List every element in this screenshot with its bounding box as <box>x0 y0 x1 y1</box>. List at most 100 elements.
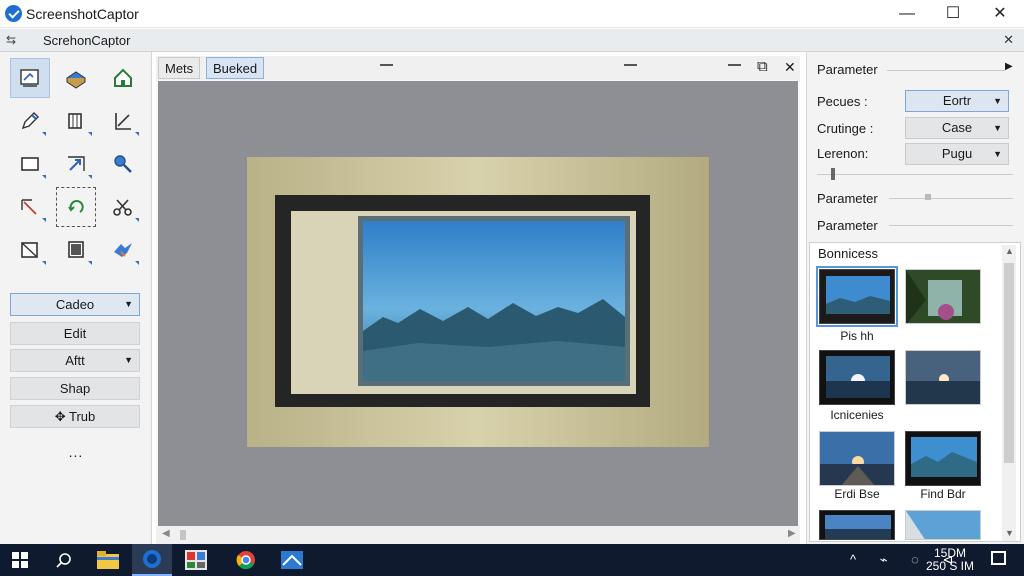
maximize-button[interactable]: ☐ <box>930 0 976 28</box>
notification-center-icon[interactable] <box>991 551 1006 565</box>
rectangle-icon <box>21 157 39 171</box>
chevron-right-icon[interactable]: ▶ <box>1005 61 1013 72</box>
restore-panel-icon[interactable]: ⧉ <box>757 58 768 75</box>
scrollbar-thumb[interactable] <box>1004 263 1014 463</box>
pen-tool[interactable] <box>10 101 50 141</box>
thumbnail-2[interactable] <box>905 269 981 324</box>
chevron-down-icon: ▼ <box>993 123 1002 133</box>
line-tool[interactable] <box>103 101 143 141</box>
taskbar-mail[interactable] <box>272 544 312 576</box>
thumbnail-1[interactable] <box>816 266 898 327</box>
horizontal-scrollbar[interactable]: ◀ ▶ <box>156 526 800 544</box>
tool-dropdown-indicator <box>42 175 46 179</box>
thumbnail-6[interactable] <box>905 431 981 486</box>
crutinge-select[interactable]: Case ▼ <box>905 117 1009 139</box>
magnify-tool[interactable] <box>103 144 143 184</box>
thumbnail-image <box>820 270 894 323</box>
clock-date: 250 S IM <box>925 559 974 573</box>
windows-icon <box>12 552 28 568</box>
edit-button[interactable]: Edit <box>10 322 140 345</box>
tab-bueked[interactable]: Bueked <box>206 57 265 79</box>
rotate-tool[interactable] <box>56 187 96 227</box>
canvas-area[interactable] <box>158 81 798 526</box>
effects-label: Aftt <box>65 353 85 368</box>
pecues-select[interactable]: Eortr ▼ <box>905 90 1009 112</box>
arrow-icon <box>68 156 85 171</box>
minimize-button[interactable]: — <box>884 0 930 28</box>
taskbar-file-explorer[interactable] <box>88 544 128 576</box>
taskbar-chrome[interactable] <box>226 544 266 576</box>
blur-tool[interactable] <box>10 230 50 270</box>
layer-tool[interactable] <box>56 230 96 270</box>
crutinge-value: Case <box>941 120 973 135</box>
panel-grip-icon[interactable] <box>624 64 637 66</box>
scrollbar-thumb[interactable] <box>180 530 186 540</box>
effects-dropdown-button[interactable]: Aftt ▼ <box>10 349 140 372</box>
slider-handle[interactable] <box>925 194 931 200</box>
image-browser: Bonnicess Pis hh Icnicenies Erdi Bse Fin… <box>809 242 1021 542</box>
pin-icon[interactable]: ⇆ <box>6 33 16 47</box>
minimize-panel-icon[interactable] <box>728 64 741 66</box>
edit-label: Edit <box>63 326 87 341</box>
slider-track[interactable] <box>817 174 1013 175</box>
lerenon-select[interactable]: Pugu ▼ <box>905 143 1009 165</box>
thumbnail-6-label: Find Bdr <box>920 487 966 501</box>
vertical-scrollbar[interactable]: ▲ ▼ <box>1002 245 1016 541</box>
scissors-tool[interactable] <box>103 187 143 227</box>
select-region-tool[interactable] <box>10 58 50 98</box>
tool-dropdown-indicator <box>88 261 92 265</box>
tool-dropdown-indicator <box>42 218 46 222</box>
thumbnail-4[interactable] <box>905 350 981 405</box>
caption-dropdown-button[interactable]: Cadeo ▼ <box>10 293 140 316</box>
crop-tool[interactable] <box>56 101 96 141</box>
arrow-tool[interactable] <box>56 144 96 184</box>
scroll-left-icon[interactable]: ◀ <box>162 528 170 539</box>
search-button[interactable] <box>44 544 84 576</box>
panel-grip-icon[interactable] <box>380 64 393 66</box>
start-button[interactable] <box>0 544 40 576</box>
divider <box>887 70 1005 71</box>
system-clock[interactable]: 15DM 250 S IM <box>926 547 974 573</box>
app-circle-icon <box>143 550 161 568</box>
more-options-button[interactable]: ... <box>0 444 152 460</box>
close-window-button[interactable]: ✕ <box>977 0 1023 28</box>
pen-icon <box>21 112 39 130</box>
rectangle-tool[interactable] <box>10 144 50 184</box>
taskbar-image-editor[interactable] <box>176 544 216 576</box>
scroll-right-icon[interactable]: ▶ <box>788 528 796 539</box>
mail-icon <box>281 551 303 569</box>
shape-button[interactable]: Shap <box>10 377 140 400</box>
image-editor: Mets Bueked ⧉ ✕ ◀ ▶ <box>156 56 800 544</box>
thumbnail-7[interactable] <box>819 510 895 540</box>
bird-icon <box>114 243 132 257</box>
select-region-icon <box>20 69 39 87</box>
browser-title: Bonnicess <box>818 246 878 261</box>
thumbnail-5[interactable] <box>819 431 895 486</box>
taskbar: ^ ⌁ ◌ ⊲ 15DM 250 S IM <box>0 544 1024 576</box>
divider <box>889 225 1013 226</box>
close-panel-icon[interactable]: ✕ <box>784 59 796 76</box>
close-document-button[interactable]: ✕ <box>1003 32 1014 48</box>
chevron-down-icon: ▼ <box>124 355 133 365</box>
thumbnail-image <box>906 351 980 404</box>
stamp-tool[interactable] <box>56 58 96 98</box>
layer-icon <box>68 241 84 258</box>
taskbar-screenshotcaptor[interactable] <box>132 544 172 576</box>
home-tool[interactable] <box>103 58 143 98</box>
freehand-tool[interactable] <box>10 187 50 227</box>
tool-dropdown-indicator <box>88 132 92 136</box>
crop-icon <box>68 113 82 129</box>
crutinge-label: Crutinge : <box>817 121 874 136</box>
lerenon-value: Pugu <box>941 146 973 161</box>
thumbnail-image <box>820 351 894 404</box>
thumbnail-3[interactable] <box>819 350 895 405</box>
thumbnail-image <box>906 432 980 485</box>
scroll-down-icon[interactable]: ▼ <box>1005 528 1014 538</box>
tab-mets[interactable]: Mets <box>158 57 201 79</box>
trim-label: ✥ Trub <box>54 409 96 424</box>
thumbnail-8[interactable] <box>905 510 981 540</box>
slider-handle[interactable] <box>831 168 835 180</box>
trim-button[interactable]: ✥ Trub <box>10 405 140 428</box>
bird-tool[interactable] <box>103 230 143 270</box>
scroll-up-icon[interactable]: ▲ <box>1005 246 1014 256</box>
